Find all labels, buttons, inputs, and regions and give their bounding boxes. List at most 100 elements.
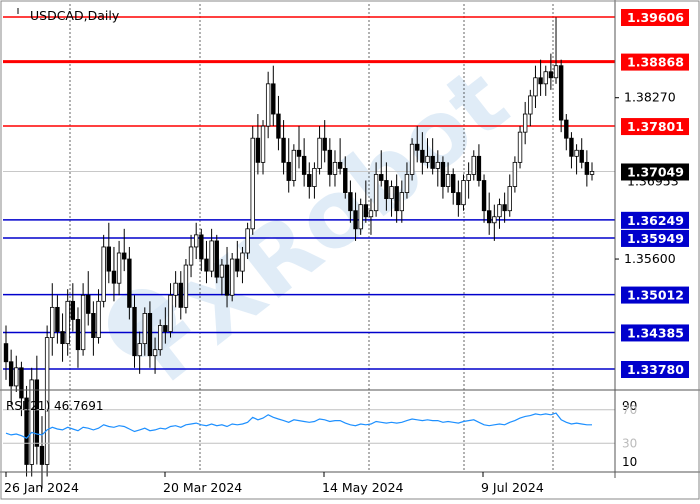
candle-body (440, 161, 446, 187)
candle-body (250, 137, 255, 230)
candle-body (481, 180, 487, 212)
candle-body (96, 300, 101, 338)
candle-body (569, 137, 574, 157)
candle-body (301, 155, 307, 175)
candle-body (255, 137, 261, 163)
candle-body (358, 204, 363, 230)
chart-root: FXRobot RSI(21) 46.7691 90 70 30 10 1.38270 1… (0, 0, 700, 500)
candle-body (204, 258, 209, 272)
candle-body (271, 83, 276, 115)
candle-body (265, 83, 271, 127)
candle-body (240, 252, 245, 272)
rsi-tick-label: 10 (622, 455, 637, 469)
date-label: 20 Mar 2024 (163, 480, 242, 495)
candle-body (158, 325, 163, 351)
candle-body (548, 71, 554, 79)
candle-body (409, 143, 415, 175)
symbol-label: USDCAD,Daily (30, 8, 120, 23)
candle-body (517, 131, 523, 163)
candle-body (219, 264, 225, 278)
candle-body (399, 192, 405, 212)
date-label: 14 May 2024 (322, 480, 404, 495)
candle-body (29, 379, 34, 465)
candle-body (276, 113, 281, 139)
candle-body (584, 161, 590, 175)
candle-body (574, 149, 579, 157)
candle-body (317, 137, 322, 169)
candle-body (373, 174, 379, 212)
support-label: 1.35012 (627, 288, 684, 303)
candle-body (476, 155, 482, 181)
candle-body (394, 186, 399, 212)
candle-body (65, 300, 70, 345)
candle-body (260, 125, 266, 163)
candle-body (420, 149, 425, 163)
current-price-label: 1.37049 (627, 164, 684, 179)
candle-body (466, 174, 471, 181)
candle-body (296, 149, 302, 157)
price-tick-label: 1.35600 (624, 251, 676, 266)
candle-body (86, 294, 91, 314)
resistance-label: 1.39606 (627, 10, 684, 25)
candle-body (543, 71, 548, 85)
usdcad-daily-chart: FXRobot RSI(21) 46.7691 90703010 1.382701… (0, 0, 700, 500)
candle-body (363, 204, 369, 218)
candle-body (8, 361, 14, 387)
rsi-tick-label: 70 (622, 403, 637, 417)
candle-body (132, 306, 137, 357)
candle-body (322, 137, 327, 151)
candle-body (425, 155, 430, 163)
candle-body (384, 180, 389, 200)
candle-body (116, 252, 122, 284)
support-label: 1.36249 (627, 213, 684, 228)
candle-body (579, 149, 584, 163)
candle-body (353, 210, 358, 230)
candle-body (553, 65, 559, 79)
candle-body (163, 325, 168, 332)
candle-body (435, 161, 440, 169)
candle-body (224, 264, 230, 296)
candle-body (291, 149, 297, 181)
candle-body (152, 349, 158, 357)
candle-body (178, 282, 183, 308)
candle-body (147, 313, 153, 357)
candle-body (183, 264, 189, 308)
candle-body (486, 210, 492, 224)
candle-body (80, 294, 86, 351)
candle-body (14, 367, 19, 387)
candle-body (193, 234, 199, 248)
candle-body (327, 149, 333, 175)
candle-body (50, 306, 55, 338)
candle-body (173, 282, 178, 296)
candle-body (564, 119, 569, 139)
candle-body (389, 186, 394, 200)
candle-body (199, 234, 204, 260)
candle-body (533, 77, 538, 97)
candle-body (91, 313, 96, 338)
candle-body (188, 246, 194, 266)
candle-body (379, 174, 384, 181)
date-label: 26 Jan 2024 (4, 480, 79, 495)
candle-body (142, 313, 147, 345)
candle-body (538, 77, 543, 85)
support-label: 1.34385 (627, 325, 684, 340)
candle-body (348, 192, 353, 212)
candle-body (502, 204, 507, 212)
support-label: 1.33780 (627, 362, 684, 377)
resistance-label: 1.37801 (627, 119, 684, 134)
candle-body (55, 306, 60, 332)
candle-body (343, 168, 348, 193)
candle-body (137, 343, 142, 357)
candle-body (209, 240, 214, 272)
candle-body (19, 367, 24, 399)
candle-body (528, 95, 533, 115)
candle-body (451, 174, 456, 193)
candle-body (307, 174, 312, 187)
candle-body (507, 186, 512, 212)
price-tick-label: 1.38270 (624, 90, 676, 105)
date-label: 9 Jul 2024 (481, 480, 544, 495)
candle-body (497, 204, 502, 218)
candle-body (286, 161, 291, 181)
rsi-label: RSI(21) 46.7691 (6, 399, 104, 413)
candle-body (558, 65, 564, 121)
